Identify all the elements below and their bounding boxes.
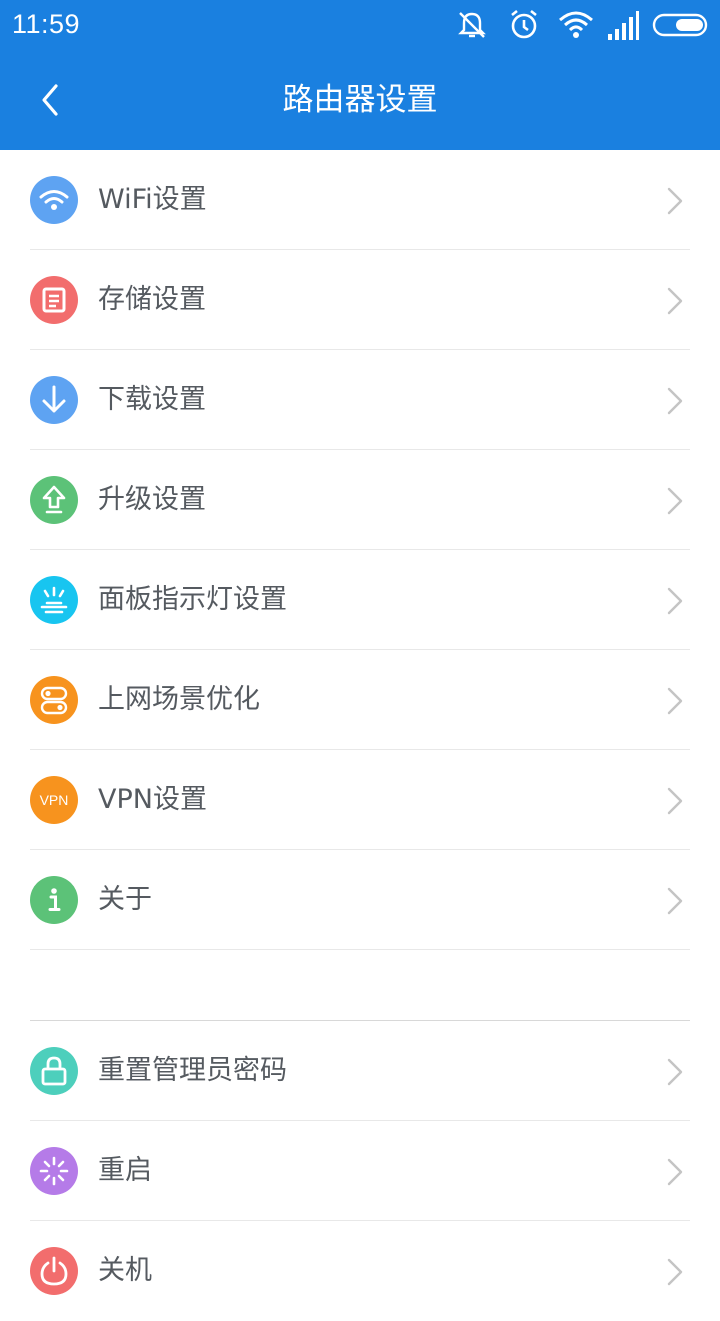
indicator-light-icon [30,576,78,624]
settings-item-about[interactable]: 关于 [30,850,690,950]
settings-item-label: WiFi设置 [98,184,207,215]
title-bar: 路由器设置 [0,50,720,150]
chevron-right-icon [667,1058,683,1086]
alarm-icon [511,9,537,39]
storage-icon [30,276,78,324]
settings-item-label: VPN设置 [98,784,207,815]
download-icon [30,376,78,424]
upgrade-icon [30,476,78,524]
signal-icon [608,11,639,40]
info-icon [30,876,78,924]
settings-item-storage[interactable]: 存储设置 [30,250,690,350]
chevron-right-icon [667,1158,683,1186]
settings-item-label: 升级设置 [98,484,206,515]
settings-item-label: 重启 [98,1155,152,1186]
vpn-icon: VPN [30,776,78,824]
settings-item-scene-optimization[interactable]: 上网场景优化 [30,650,690,750]
settings-item-vpn[interactable]: VPN VPN设置 [30,750,690,850]
status-bar: 11:59 [0,0,720,50]
settings-item-indicator-light[interactable]: 面板指示灯设置 [30,550,690,650]
settings-item-power-off[interactable]: 关机 [30,1221,690,1321]
toggle-icon [30,676,78,724]
settings-item-reset-password[interactable]: 重置管理员密码 [30,1021,690,1121]
page-title: 路由器设置 [282,82,438,118]
lock-icon [30,1047,78,1095]
settings-item-label: 存储设置 [98,284,206,315]
vpn-icon-text: VPN [40,792,69,808]
chevron-right-icon [667,387,683,415]
app-header: 11:59 路由器设置 [0,0,720,150]
settings-item-label: 关于 [98,884,152,915]
chevron-right-icon [667,487,683,515]
settings-item-download[interactable]: 下载设置 [30,350,690,450]
settings-item-restart[interactable]: 重启 [30,1121,690,1221]
vibrate-off-icon [458,12,486,38]
settings-item-wifi[interactable]: WiFi设置 [30,150,690,250]
chevron-right-icon [667,687,683,715]
settings-item-label: 上网场景优化 [98,684,260,715]
chevron-right-icon [667,187,683,215]
settings-item-label: 重置管理员密码 [98,1055,287,1086]
settings-item-label: 关机 [98,1255,152,1286]
settings-item-label: 下载设置 [98,384,206,415]
chevron-right-icon [667,1258,683,1286]
chevron-right-icon [667,887,683,915]
wifi-icon [559,11,593,38]
chevron-right-icon [667,287,683,315]
status-time: 11:59 [12,9,81,39]
restart-icon [30,1147,78,1195]
chevron-right-icon [667,587,683,615]
wifi-icon [30,176,78,224]
settings-item-label: 面板指示灯设置 [98,584,287,615]
settings-item-upgrade[interactable]: 升级设置 [30,450,690,550]
battery-icon [652,13,708,37]
power-icon [30,1247,78,1295]
chevron-right-icon [667,787,683,815]
